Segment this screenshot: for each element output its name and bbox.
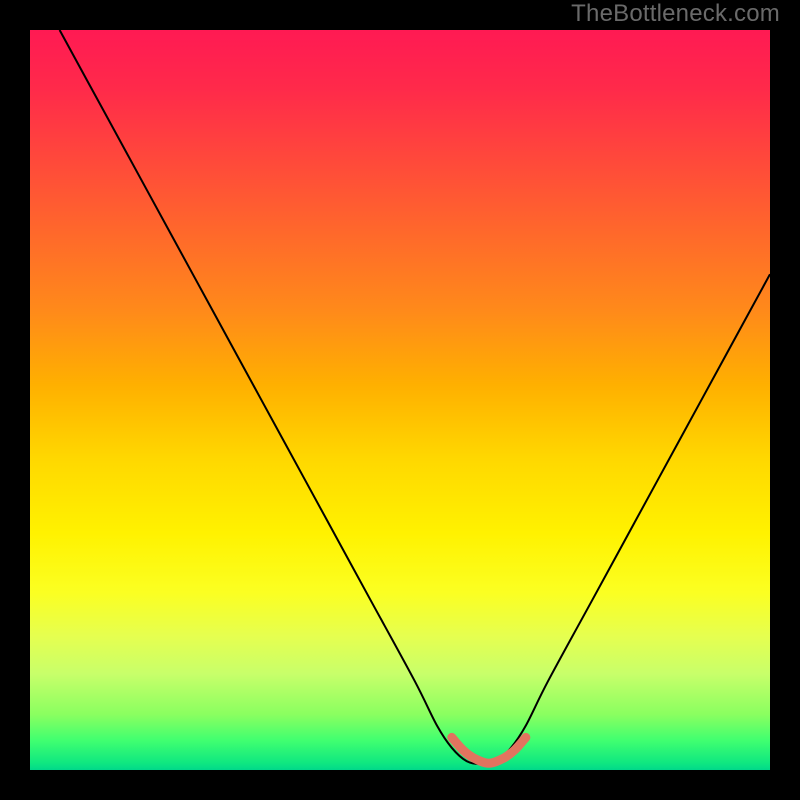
watermark-text: TheBottleneck.com (571, 0, 780, 28)
plot-area (30, 30, 770, 770)
curve-layer (30, 30, 770, 770)
bottleneck-curve (60, 30, 770, 764)
chart-frame: TheBottleneck.com (0, 0, 800, 800)
